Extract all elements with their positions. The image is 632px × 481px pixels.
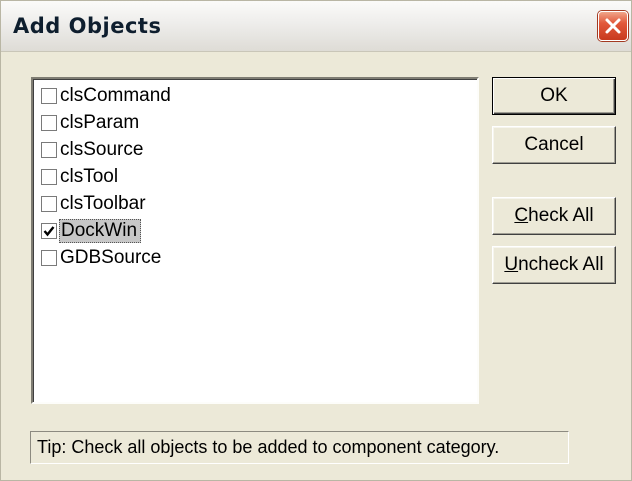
list-item-clsparam[interactable]: clsParam bbox=[41, 110, 142, 136]
objects-listbox[interactable]: clsCommand clsParam clsSource clsTool cl… bbox=[31, 77, 479, 404]
list-item-gdbsource[interactable]: GDBSource bbox=[41, 245, 164, 271]
check-all-button[interactable]: Check All bbox=[492, 197, 616, 235]
list-item-clstoolbar[interactable]: clsToolbar bbox=[41, 191, 149, 217]
list-item-clstool[interactable]: clsTool bbox=[41, 164, 121, 190]
mnemonic: C bbox=[514, 205, 529, 226]
checkbox[interactable] bbox=[41, 169, 57, 185]
list-item-label: clsSource bbox=[60, 139, 144, 160]
checkbox[interactable] bbox=[41, 250, 57, 266]
list-item-label: clsParam bbox=[60, 112, 140, 133]
add-objects-dialog: Add Objects clsCommand clsParam clsSourc… bbox=[0, 0, 632, 481]
button-label: ncheck All bbox=[518, 254, 604, 275]
uncheck-all-button[interactable]: Uncheck All bbox=[492, 246, 616, 284]
button-label: heck All bbox=[528, 205, 594, 226]
checkbox-checked[interactable] bbox=[41, 223, 57, 239]
checkbox[interactable] bbox=[41, 196, 57, 212]
dialog-title: Add Objects bbox=[13, 14, 162, 38]
close-button[interactable] bbox=[598, 11, 628, 41]
close-icon bbox=[605, 18, 621, 34]
list-item-label: GDBSource bbox=[60, 247, 162, 268]
list-item-clscommand[interactable]: clsCommand bbox=[41, 83, 174, 109]
list-item-label: clsToolbar bbox=[60, 193, 146, 214]
list-item-label: clsTool bbox=[60, 166, 119, 187]
list-item-clssource[interactable]: clsSource bbox=[41, 137, 146, 163]
list-item-dockwin[interactable]: DockWin bbox=[41, 218, 142, 244]
mnemonic: U bbox=[504, 254, 519, 275]
ok-button[interactable]: OK bbox=[492, 77, 616, 115]
checkbox[interactable] bbox=[41, 88, 57, 104]
checkbox[interactable] bbox=[41, 142, 57, 158]
checkmark-icon bbox=[43, 226, 55, 237]
cancel-button[interactable]: Cancel bbox=[492, 126, 616, 164]
title-bar[interactable]: Add Objects bbox=[1, 1, 631, 52]
list-item-label: DockWin bbox=[59, 219, 142, 243]
tip-text: Tip: Check all objects to be added to co… bbox=[30, 431, 569, 464]
checkbox[interactable] bbox=[41, 115, 57, 131]
list-item-label: clsCommand bbox=[60, 85, 171, 106]
